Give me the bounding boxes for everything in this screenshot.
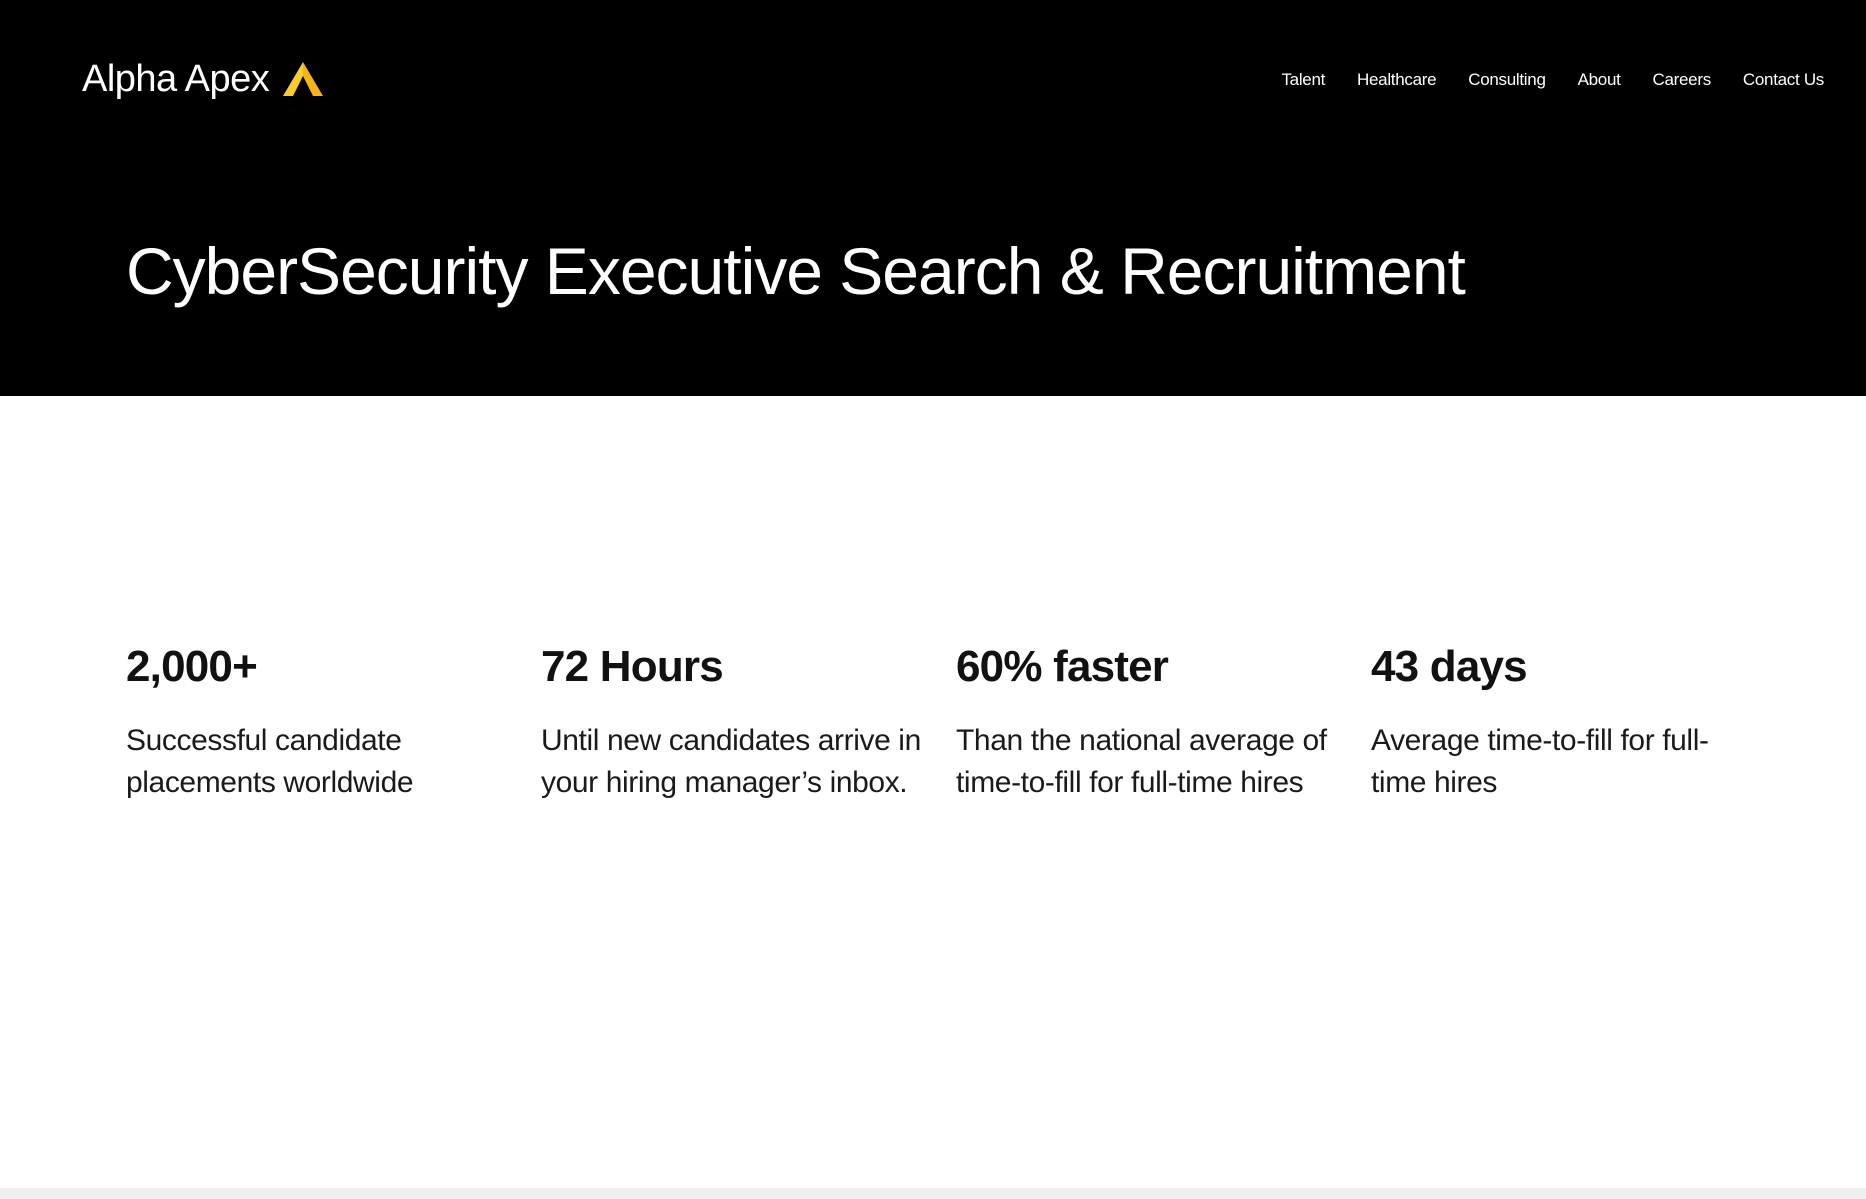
brand-name: Alpha Apex <box>82 58 270 100</box>
nav-item-about[interactable]: About <box>1578 68 1621 92</box>
hero-header: Alpha Apex Talent Healthcare Consulting … <box>0 0 1866 396</box>
stat-value: 72 Hours <box>541 642 724 691</box>
stat-value: 60% faster <box>956 642 1169 691</box>
nav-item-contact-us[interactable]: Contact Us <box>1743 68 1824 92</box>
brand-logo-link[interactable]: Alpha Apex <box>82 56 324 102</box>
apex-triangle-icon <box>283 62 324 96</box>
page-title: CyberSecurity Executive Search & Recruit… <box>126 234 1466 308</box>
main-nav: Talent Healthcare Consulting About Caree… <box>1281 68 1824 92</box>
stat-description: Than the national average of time-to-fil… <box>956 724 1327 799</box>
stat-value: 43 days <box>1371 642 1528 691</box>
nav-item-consulting[interactable]: Consulting <box>1468 68 1546 92</box>
stat-placements: 2,000+ Successful candidate placements w… <box>126 636 541 804</box>
nav-item-healthcare[interactable]: Healthcare <box>1357 68 1437 92</box>
stat-turnaround: 72 Hours Until new candidates arrive in … <box>541 636 956 804</box>
stat-description: Until new candidates arrive in your hiri… <box>541 724 921 799</box>
nav-item-careers[interactable]: Careers <box>1653 68 1712 92</box>
nav-item-talent[interactable]: Talent <box>1281 68 1325 92</box>
stat-time-to-fill: 43 days Average time-to-fill for full-ti… <box>1371 636 1786 804</box>
stat-speed: 60% faster Than the national average of … <box>956 636 1371 804</box>
stat-description: Average time-to-fill for full-time hires <box>1371 724 1709 799</box>
stat-description: Successful candidate placements worldwid… <box>126 724 414 799</box>
stats-section: 2,000+ Successful candidate placements w… <box>126 636 1786 804</box>
page-bottom-divider <box>0 1188 1866 1199</box>
stat-value: 2,000+ <box>126 642 258 691</box>
